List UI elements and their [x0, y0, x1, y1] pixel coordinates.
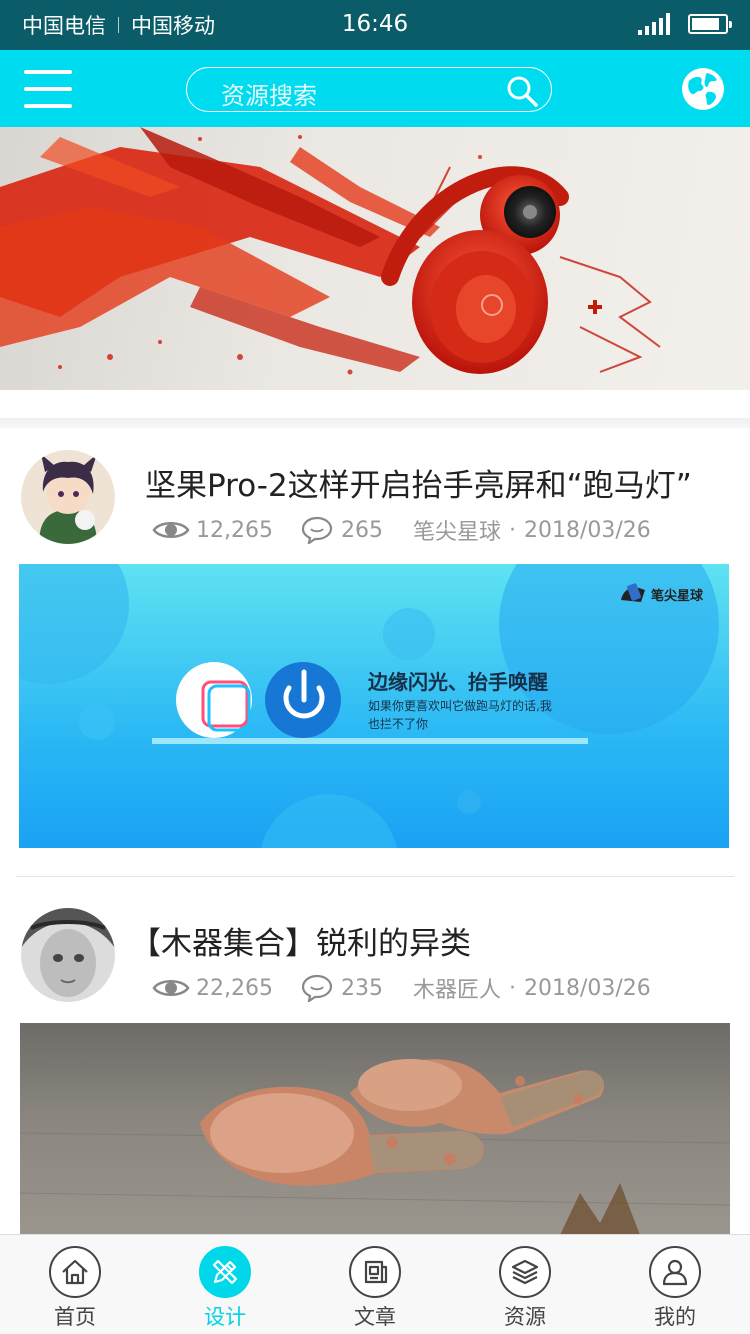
author-name[interactable]: 笔尖星球 [413, 514, 501, 546]
comment-count: 235 [340, 975, 383, 1001]
section-gap [0, 390, 750, 428]
signal-icon [638, 13, 670, 35]
article-title[interactable]: 【木器集合】锐利的异类 [130, 918, 471, 963]
anime-avatar-image [21, 450, 115, 544]
user-icon[interactable] [649, 1246, 701, 1298]
brand-name: 笔尖星球 [651, 589, 704, 604]
comment-icon [301, 974, 333, 1002]
hero-banner[interactable] [0, 127, 750, 390]
article-divider [16, 876, 734, 877]
status-icons [638, 13, 732, 35]
globe-icon[interactable] [681, 67, 725, 111]
search-icon[interactable] [505, 74, 539, 108]
eye-icon [152, 980, 190, 996]
article-meta: 22,265 235 木器匠人 · 2018/03/26 [152, 972, 651, 1004]
avatar[interactable] [21, 450, 115, 544]
child-avatar-image [21, 908, 115, 1002]
tab-resources[interactable]: 资源 [450, 1235, 600, 1334]
battery-icon [688, 14, 732, 34]
tab-label: 资源 [504, 1305, 546, 1329]
cover-body-line-1: 如果你更喜欢叫它做跑马灯的话,我 [368, 699, 552, 713]
tab-articles[interactable]: 文章 [300, 1235, 450, 1334]
view-count: 12,265 [196, 517, 273, 543]
tab-design[interactable]: 设计 [150, 1235, 300, 1334]
cover-headline: 边缘闪光、抬手唤醒 [368, 670, 548, 694]
view-count: 22,265 [196, 975, 273, 1001]
search-placeholder: 资源搜索 [221, 82, 317, 110]
tab-label: 文章 [354, 1305, 396, 1329]
author-name[interactable]: 木器匠人 [413, 972, 501, 1004]
meta-separator: · [509, 975, 516, 1001]
article-card[interactable]: 【木器集合】锐利的异类 22,265 235 木器匠人 · 2018/03/26 [0, 886, 750, 1236]
article-cover-image[interactable] [20, 1023, 730, 1235]
design-pencil-icon[interactable] [199, 1246, 251, 1298]
tab-label: 我的 [654, 1305, 696, 1329]
tab-label: 设计 [204, 1305, 246, 1329]
tab-home[interactable]: 首页 [0, 1235, 150, 1334]
status-bar: 中国电信 中国移动 16:46 [0, 0, 750, 50]
tab-label: 首页 [54, 1305, 96, 1329]
meta-separator: · [509, 517, 516, 543]
battery-level [692, 18, 720, 30]
home-icon[interactable] [49, 1246, 101, 1298]
eye-icon [152, 522, 190, 538]
bottom-nav: 首页 设计 文章 资源 我的 [0, 1234, 750, 1334]
publish-date: 2018/03/26 [524, 975, 651, 1001]
article-icon[interactable] [349, 1246, 401, 1298]
article-meta: 12,265 265 笔尖星球 · 2018/03/26 [152, 514, 651, 546]
avatar[interactable] [21, 908, 115, 1002]
app-header: 资源搜索 [0, 50, 750, 127]
comment-icon [301, 516, 333, 544]
headphones-artwork [0, 127, 661, 375]
layers-icon[interactable] [499, 1246, 551, 1298]
cover-body-line-2: 也拦不了你 [368, 717, 429, 731]
comment-count: 265 [340, 517, 383, 543]
hamburger-icon[interactable] [24, 70, 72, 108]
article-card[interactable]: 坚果Pro-2这样开启抬手亮屏和“跑马灯” 12,265 265 笔尖星球 · … [0, 428, 750, 878]
publish-date: 2018/03/26 [524, 517, 651, 543]
article-cover-image[interactable]: 笔尖星球 边缘闪光、抬手唤醒 如果你更喜欢叫它做跑马灯的话,我 也拦不了你 [19, 564, 729, 848]
article-title[interactable]: 坚果Pro-2这样开启抬手亮屏和“跑马灯” [145, 460, 692, 505]
search-input[interactable]: 资源搜索 [186, 67, 552, 112]
copper-spoons-photo [20, 1059, 730, 1235]
tab-profile[interactable]: 我的 [600, 1235, 750, 1334]
